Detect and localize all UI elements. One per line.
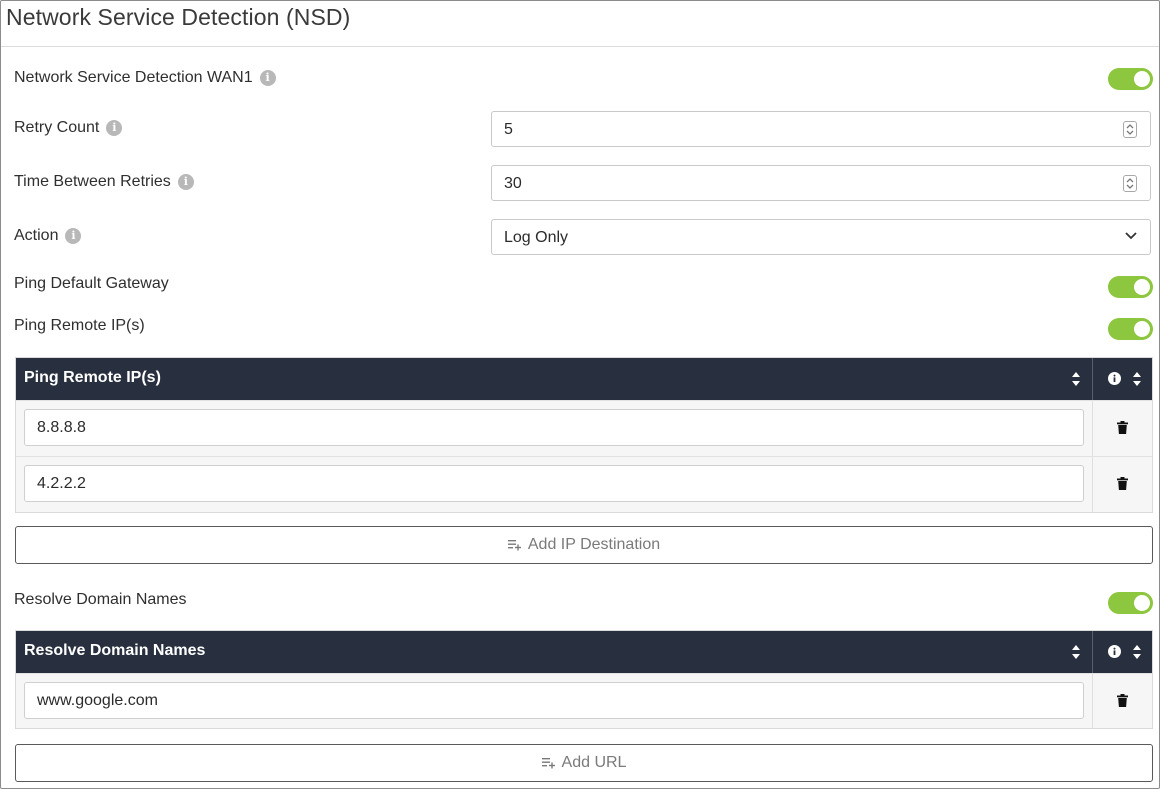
ip-destination-input[interactable]: 8.8.8.8 bbox=[24, 409, 1084, 446]
toggle-knob bbox=[1134, 71, 1150, 87]
sort-icon[interactable] bbox=[1071, 644, 1081, 660]
toggle-knob bbox=[1134, 279, 1150, 295]
info-icon[interactable]: i bbox=[106, 120, 123, 136]
add-list-icon bbox=[541, 758, 555, 769]
table-header-title: Ping Remote IP(s) bbox=[24, 369, 161, 386]
table-row: www.google.com bbox=[16, 673, 1152, 728]
resolve-domain-names-toggle[interactable] bbox=[1108, 592, 1153, 614]
retry-count-label-row: Retry Count i bbox=[14, 119, 123, 137]
table-header: Resolve Domain Names bbox=[16, 631, 1152, 673]
add-ip-destination-button[interactable]: Add IP Destination bbox=[15, 526, 1153, 564]
info-icon[interactable] bbox=[1108, 372, 1121, 385]
add-list-icon bbox=[507, 540, 521, 551]
nsd-wan1-label-row: Network Service Detection WAN1 i bbox=[14, 69, 276, 87]
page-title: Network Service Detection (NSD) bbox=[6, 4, 351, 30]
ip-destination-value: 4.2.2.2 bbox=[37, 475, 86, 492]
action-select[interactable]: Log Only bbox=[491, 219, 1151, 255]
trash-icon[interactable] bbox=[1117, 694, 1128, 707]
ip-destination-input[interactable]: 4.2.2.2 bbox=[24, 465, 1084, 502]
header-divider bbox=[1092, 631, 1093, 673]
resolve-domain-names-label-row: Resolve Domain Names bbox=[14, 591, 187, 609]
title-divider bbox=[1, 46, 1159, 47]
add-url-label: Add URL bbox=[561, 754, 627, 771]
info-icon[interactable]: i bbox=[259, 70, 276, 86]
table-row: 4.2.2.2 bbox=[16, 456, 1152, 512]
time-between-retries-label-row: Time Between Retries i bbox=[14, 173, 194, 191]
sort-icon[interactable] bbox=[1132, 644, 1142, 660]
retry-count-value: 5 bbox=[504, 121, 513, 138]
info-icon[interactable] bbox=[1108, 645, 1121, 658]
chevron-down-icon bbox=[1125, 232, 1137, 240]
nsd-wan1-label: Network Service Detection WAN1 bbox=[14, 69, 253, 86]
spinner-icon[interactable] bbox=[1123, 175, 1137, 192]
time-between-retries-label: Time Between Retries bbox=[14, 173, 171, 190]
sort-icon[interactable] bbox=[1071, 371, 1081, 387]
ip-destination-value: 8.8.8.8 bbox=[37, 419, 86, 436]
retry-count-input[interactable]: 5 bbox=[491, 111, 1151, 147]
resolve-domain-names-table: Resolve Domain Names www.google.com bbox=[15, 630, 1153, 729]
url-input[interactable]: www.google.com bbox=[24, 682, 1084, 719]
ping-remote-ips-label: Ping Remote IP(s) bbox=[14, 317, 145, 334]
ping-default-gateway-toggle[interactable] bbox=[1108, 276, 1153, 298]
trash-icon[interactable] bbox=[1117, 477, 1128, 490]
sort-icon[interactable] bbox=[1132, 371, 1142, 387]
time-between-retries-input[interactable]: 30 bbox=[491, 165, 1151, 201]
ping-remote-ips-table: Ping Remote IP(s) 8.8.8.8 4.2.2.2 bbox=[15, 357, 1153, 513]
ping-remote-ips-label-row: Ping Remote IP(s) bbox=[14, 317, 145, 335]
info-icon[interactable]: i bbox=[65, 228, 82, 244]
ping-default-gateway-label: Ping Default Gateway bbox=[14, 275, 169, 292]
cell-divider bbox=[1092, 401, 1093, 456]
table-row: 8.8.8.8 bbox=[16, 400, 1152, 456]
resolve-domain-names-label: Resolve Domain Names bbox=[14, 591, 187, 608]
cell-divider bbox=[1092, 674, 1093, 728]
cell-divider bbox=[1092, 457, 1093, 512]
action-label: Action bbox=[14, 227, 59, 244]
trash-icon[interactable] bbox=[1117, 421, 1128, 434]
action-label-row: Action i bbox=[14, 227, 82, 245]
retry-count-label: Retry Count bbox=[14, 119, 100, 136]
add-url-button[interactable]: Add URL bbox=[15, 744, 1153, 782]
nsd-wan1-toggle[interactable] bbox=[1108, 68, 1153, 90]
ping-default-gateway-label-row: Ping Default Gateway bbox=[14, 275, 169, 293]
url-value: www.google.com bbox=[37, 692, 158, 709]
spinner-icon[interactable] bbox=[1123, 121, 1137, 138]
info-icon[interactable]: i bbox=[177, 174, 194, 190]
table-header: Ping Remote IP(s) bbox=[16, 358, 1152, 400]
toggle-knob bbox=[1134, 321, 1150, 337]
table-header-title: Resolve Domain Names bbox=[24, 642, 206, 659]
header-divider bbox=[1092, 358, 1093, 400]
add-ip-destination-label: Add IP Destination bbox=[527, 536, 661, 553]
toggle-knob bbox=[1134, 595, 1150, 611]
time-between-retries-value: 30 bbox=[504, 175, 522, 192]
ping-remote-ips-toggle[interactable] bbox=[1108, 318, 1153, 340]
nsd-panel: Network Service Detection (NSD) Network … bbox=[0, 0, 1160, 789]
action-selected-value: Log Only bbox=[504, 229, 569, 246]
